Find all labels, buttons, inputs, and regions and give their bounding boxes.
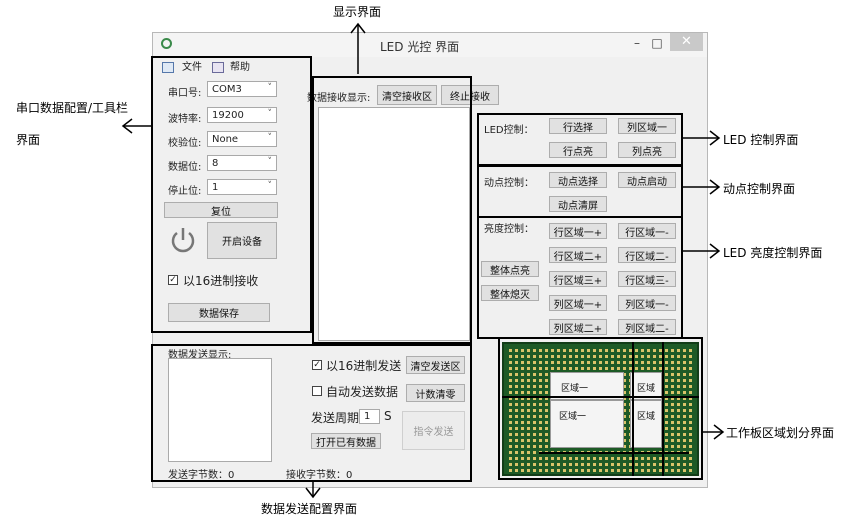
annotation-serial: 串口数据配置/工具栏 (16, 101, 129, 115)
annotation-led-control: LED 控制界面 (723, 133, 799, 147)
annotation-brightness: LED 亮度控制界面 (723, 246, 823, 260)
annotation-serial-2: 界面 (16, 133, 41, 147)
annotation-display: 显示界面 (333, 5, 382, 19)
annotation-board: 工作板区域划分界面 (726, 426, 835, 440)
annotation-dot-control: 动点控制界面 (723, 182, 796, 196)
annotation-arrows (121, 22, 725, 499)
annotation-send: 数据发送配置界面 (261, 502, 358, 516)
